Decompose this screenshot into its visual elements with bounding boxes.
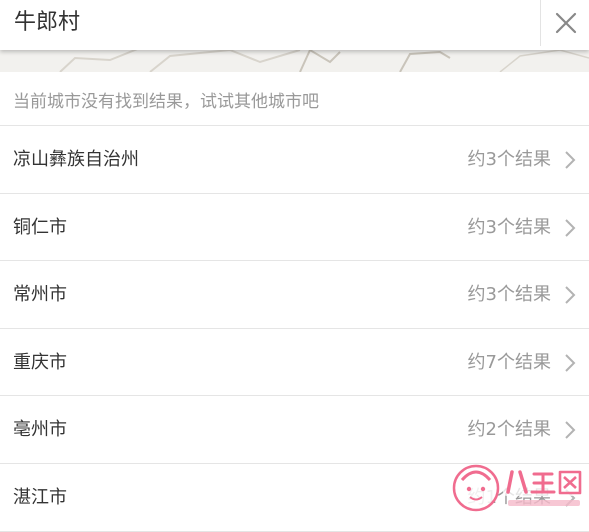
result-count: 约3个结果 bbox=[467, 216, 551, 238]
city-result-row[interactable]: 凉山彝族自治州 约3个结果 bbox=[0, 126, 589, 194]
city-name: 重庆市 bbox=[13, 351, 67, 373]
city-name: 亳州市 bbox=[13, 419, 67, 441]
search-bar bbox=[0, 0, 589, 50]
city-result-row[interactable]: 重庆市 约7个结果 bbox=[0, 328, 589, 397]
notice-text: 当前城市没有找到结果，试试其他城市吧 bbox=[13, 92, 319, 112]
city-name: 湛江市 bbox=[13, 486, 67, 508]
chevron-right-icon bbox=[565, 354, 576, 372]
result-count: 约3个结果 bbox=[467, 149, 551, 170]
result-count: 约7个结果 bbox=[467, 351, 551, 373]
result-count: 约3个结果 bbox=[467, 284, 551, 306]
chevron-right-icon bbox=[565, 286, 576, 304]
city-name: 常州市 bbox=[13, 284, 67, 306]
city-name: 铜仁市 bbox=[13, 216, 67, 238]
chevron-right-icon bbox=[565, 218, 576, 237]
no-result-notice: 当前城市没有找到结果，试试其他城市吧 bbox=[0, 72, 589, 126]
result-count: 约2个结果 bbox=[467, 419, 551, 441]
city-result-row[interactable]: 铜仁市 约3个结果 bbox=[0, 193, 589, 262]
city-result-row[interactable]: 常州市 约3个结果 bbox=[0, 261, 589, 329]
chevron-right-icon bbox=[565, 151, 576, 169]
city-name: 凉山彝族自治州 bbox=[13, 149, 139, 170]
close-button[interactable] bbox=[540, 0, 589, 46]
city-result-row[interactable]: 湛江市 约1个结果 bbox=[0, 463, 589, 532]
city-result-list: 凉山彝族自治州 约3个结果 铜仁市 约3个结果 常州市 约3个结果 重庆市 约7… bbox=[0, 126, 589, 532]
chevron-right-icon bbox=[565, 421, 576, 440]
search-input[interactable] bbox=[14, 0, 514, 46]
close-icon bbox=[555, 12, 576, 34]
result-count: 约1个结果 bbox=[467, 486, 551, 508]
chevron-right-icon bbox=[565, 489, 576, 507]
city-result-row[interactable]: 亳州市 约2个结果 bbox=[0, 396, 589, 464]
